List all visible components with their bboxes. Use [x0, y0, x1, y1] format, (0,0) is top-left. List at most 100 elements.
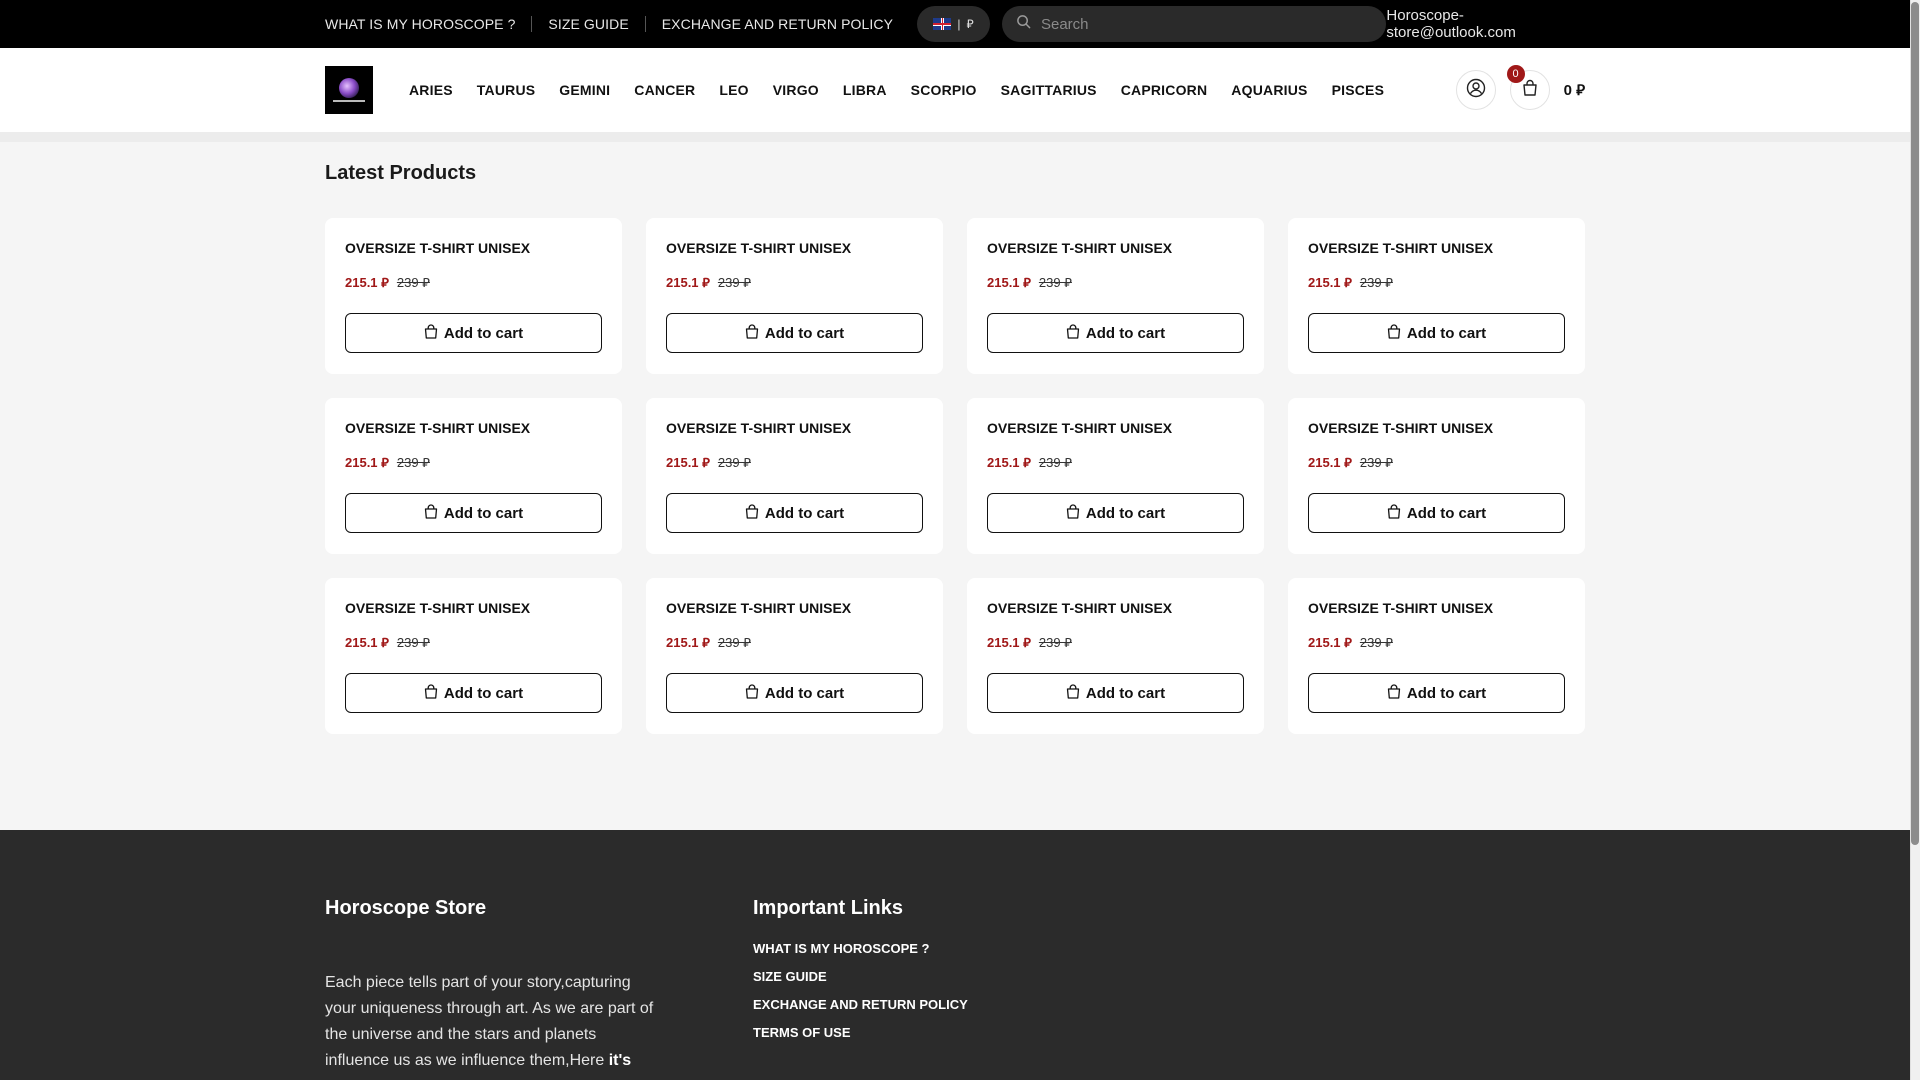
- product-card[interactable]: OVERSIZE T-SHIRT UNISEX 215.1 ⃁ 239 ⃁ Ad…: [325, 578, 622, 734]
- footer-link-exchange-policy[interactable]: EXCHANGE AND RETURN POLICY: [753, 998, 973, 1012]
- footer-link-terms[interactable]: TERMS OF USE: [753, 1026, 973, 1040]
- add-to-cart-button[interactable]: Add to cart: [666, 313, 923, 353]
- add-to-cart-button[interactable]: Add to cart: [345, 673, 602, 713]
- shopping-bag-icon: [1387, 503, 1401, 523]
- cart-button[interactable]: 0: [1506, 65, 1550, 110]
- top-link-horoscope[interactable]: WHAT IS MY HOROSCOPE ?: [325, 16, 515, 32]
- price-row: 215.1 ⃁ 239 ⃁: [1308, 634, 1565, 651]
- price-row: 215.1 ⃁ 239 ⃁: [1308, 454, 1565, 471]
- add-to-cart-button[interactable]: Add to cart: [1308, 493, 1565, 533]
- top-link-size-guide[interactable]: SIZE GUIDE: [548, 16, 628, 32]
- original-price: 239 ⃁: [1359, 275, 1393, 290]
- original-price: 239 ⃁: [717, 635, 751, 650]
- language-currency-selector[interactable]: | ⃁: [917, 6, 990, 42]
- product-title[interactable]: OVERSIZE T-SHIRT UNISEX: [666, 240, 923, 258]
- lang-separator: |: [957, 17, 961, 31]
- product-card[interactable]: OVERSIZE T-SHIRT UNISEX 215.1 ⃁ 239 ⃁ Ad…: [325, 398, 622, 554]
- product-title[interactable]: OVERSIZE T-SHIRT UNISEX: [987, 420, 1244, 438]
- product-card[interactable]: OVERSIZE T-SHIRT UNISEX 215.1 ⃁ 239 ⃁ Ad…: [646, 398, 943, 554]
- add-to-cart-label: Add to cart: [1406, 684, 1487, 702]
- footer-links-title: Important Links: [753, 897, 904, 919]
- nav-cancer[interactable]: CANCER: [634, 82, 695, 98]
- nav-aquarius[interactable]: AQUARIUS: [1231, 82, 1307, 98]
- nav-sagittarius[interactable]: SAGITTARIUS: [1001, 82, 1097, 98]
- product-card[interactable]: OVERSIZE T-SHIRT UNISEX 215.1 ⃁ 239 ⃁ Ad…: [967, 398, 1264, 554]
- product-card[interactable]: OVERSIZE T-SHIRT UNISEX 215.1 ⃁ 239 ⃁ Ad…: [1288, 218, 1585, 374]
- shopping-bag-icon: [745, 683, 759, 703]
- nav-scorpio[interactable]: SCORPIO: [911, 82, 977, 98]
- top-link-exchange-policy[interactable]: EXCHANGE AND RETURN POLICY: [662, 16, 893, 32]
- price-row: 215.1 ⃁ 239 ⃁: [1308, 274, 1565, 291]
- product-title[interactable]: OVERSIZE T-SHIRT UNISEX: [345, 240, 602, 258]
- nav-capricorn[interactable]: CAPRICORN: [1121, 82, 1208, 98]
- footer-about: Horoscope Store Each piece tells part of…: [325, 897, 655, 1074]
- shopping-bag-icon: [1066, 323, 1080, 343]
- search-bar[interactable]: [1001, 6, 1387, 42]
- user-icon: [1466, 78, 1486, 103]
- product-title[interactable]: OVERSIZE T-SHIRT UNISEX: [666, 600, 923, 618]
- footer-link-horoscope[interactable]: WHAT IS MY HOROSCOPE ?: [753, 942, 973, 956]
- product-title[interactable]: OVERSIZE T-SHIRT UNISEX: [987, 240, 1244, 258]
- product-card[interactable]: OVERSIZE T-SHIRT UNISEX 215.1 ⃁ 239 ⃁ Ad…: [967, 578, 1264, 734]
- add-to-cart-button[interactable]: Add to cart: [987, 493, 1244, 533]
- add-to-cart-label: Add to cart: [1085, 504, 1166, 522]
- add-to-cart-button[interactable]: Add to cart: [666, 673, 923, 713]
- product-card[interactable]: OVERSIZE T-SHIRT UNISEX 215.1 ⃁ 239 ⃁ Ad…: [325, 218, 622, 374]
- price-row: 215.1 ⃁ 239 ⃁: [987, 634, 1244, 651]
- product-card[interactable]: OVERSIZE T-SHIRT UNISEX 215.1 ⃁ 239 ⃁ Ad…: [646, 218, 943, 374]
- nav-leo[interactable]: LEO: [719, 82, 748, 98]
- product-title[interactable]: OVERSIZE T-SHIRT UNISEX: [987, 600, 1244, 618]
- footer-link-size-guide[interactable]: SIZE GUIDE: [753, 970, 973, 984]
- search-input[interactable]: [1040, 15, 1371, 33]
- product-card[interactable]: OVERSIZE T-SHIRT UNISEX 215.1 ⃁ 239 ⃁ Ad…: [1288, 398, 1585, 554]
- account-button[interactable]: [1455, 70, 1496, 110]
- nav-taurus[interactable]: TAURUS: [477, 82, 536, 98]
- add-to-cart-button[interactable]: Add to cart: [666, 493, 923, 533]
- add-to-cart-label: Add to cart: [764, 684, 845, 702]
- product-card[interactable]: OVERSIZE T-SHIRT UNISEX 215.1 ⃁ 239 ⃁ Ad…: [967, 218, 1264, 374]
- section-title: Latest Products: [325, 162, 477, 184]
- add-to-cart-button[interactable]: Add to cart: [345, 313, 602, 353]
- product-card[interactable]: OVERSIZE T-SHIRT UNISEX 215.1 ⃁ 239 ⃁ Ad…: [646, 578, 943, 734]
- original-price: 239 ⃁: [717, 275, 751, 290]
- add-to-cart-label: Add to cart: [443, 324, 524, 342]
- product-card[interactable]: OVERSIZE T-SHIRT UNISEX 215.1 ⃁ 239 ⃁ Ad…: [1288, 578, 1585, 734]
- add-to-cart-label: Add to cart: [1406, 504, 1487, 522]
- cart-count-badge: 0: [1506, 65, 1525, 83]
- currency-symbol: ⃁: [966, 16, 974, 31]
- shopping-bag-icon: [424, 323, 438, 343]
- product-title[interactable]: OVERSIZE T-SHIRT UNISEX: [1308, 240, 1565, 258]
- page-scrollbar[interactable]: [1910, 0, 1920, 1080]
- add-to-cart-label: Add to cart: [764, 504, 845, 522]
- original-price: 239 ⃁: [1359, 635, 1393, 650]
- product-title[interactable]: OVERSIZE T-SHIRT UNISEX: [1308, 420, 1565, 438]
- product-title[interactable]: OVERSIZE T-SHIRT UNISEX: [666, 420, 923, 438]
- nav-libra[interactable]: LIBRA: [843, 82, 887, 98]
- nav-gemini[interactable]: GEMINI: [559, 82, 610, 98]
- sale-price: 215.1 ⃁: [666, 635, 710, 650]
- price-row: 215.1 ⃁ 239 ⃁: [345, 454, 602, 471]
- add-to-cart-button[interactable]: Add to cart: [987, 673, 1244, 713]
- shopping-bag-icon: [745, 323, 759, 343]
- shopping-bag-icon: [1387, 323, 1401, 343]
- product-title[interactable]: OVERSIZE T-SHIRT UNISEX: [345, 420, 602, 438]
- nav-virgo[interactable]: VIRGO: [773, 82, 819, 98]
- product-title[interactable]: OVERSIZE T-SHIRT UNISEX: [345, 600, 602, 618]
- add-to-cart-button[interactable]: Add to cart: [1308, 673, 1565, 713]
- nav-pisces[interactable]: PISCES: [1332, 82, 1385, 98]
- original-price: 239 ⃁: [1038, 635, 1072, 650]
- shopping-bag-icon: [424, 683, 438, 703]
- scrollbar-thumb[interactable]: [1911, 2, 1919, 845]
- add-to-cart-button[interactable]: Add to cart: [345, 493, 602, 533]
- store-logo[interactable]: [325, 66, 373, 114]
- shopping-bag-icon: [1066, 503, 1080, 523]
- add-to-cart-button[interactable]: Add to cart: [987, 313, 1244, 353]
- add-to-cart-button[interactable]: Add to cart: [1308, 313, 1565, 353]
- nav-aries[interactable]: ARIES: [409, 82, 453, 98]
- shopping-bag-icon: [1520, 78, 1540, 103]
- contact-email[interactable]: Horoscope-store@outlook.com: [1386, 7, 1585, 41]
- footer-links-column: Important Links WHAT IS MY HOROSCOPE ? S…: [753, 897, 973, 1040]
- add-to-cart-label: Add to cart: [1406, 324, 1487, 342]
- product-title[interactable]: OVERSIZE T-SHIRT UNISEX: [1308, 600, 1565, 618]
- sale-price: 215.1 ⃁: [987, 455, 1031, 470]
